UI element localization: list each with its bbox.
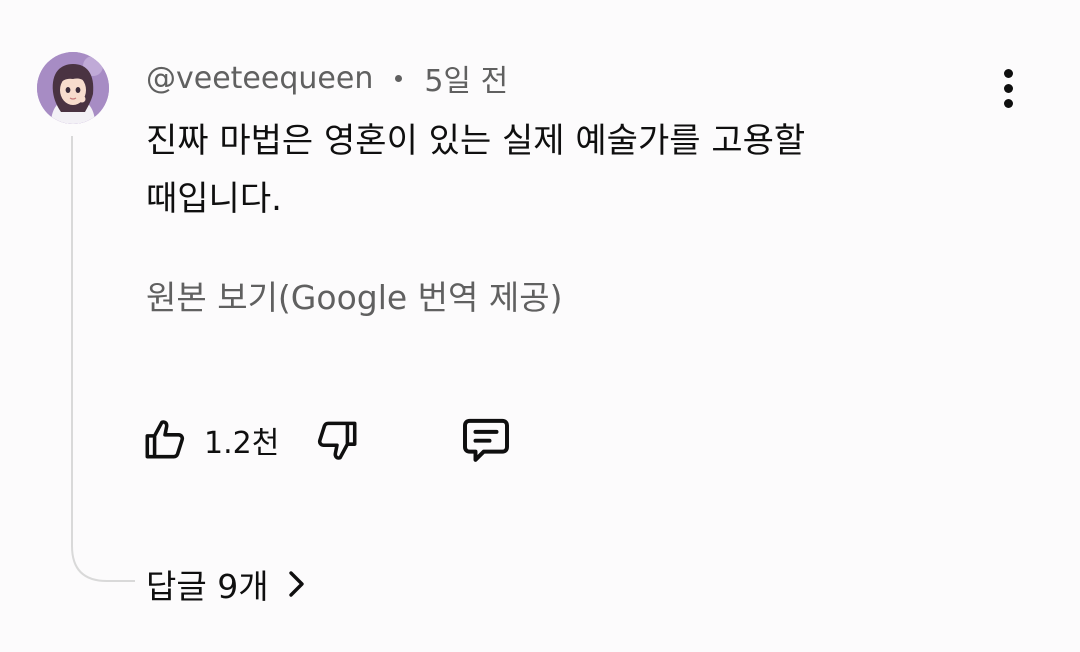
thumbs-up-icon (145, 420, 185, 459)
like-button[interactable]: 1.2천 (140, 410, 279, 470)
comment-time[interactable]: 5일 전 (424, 56, 508, 100)
comment-text: 진짜 마법은 영혼이 있는 실제 예술가를 고용할 때입니다. (146, 112, 936, 228)
avatar[interactable] (37, 52, 109, 124)
comment-text-line: 때입니다. (146, 179, 282, 219)
replies-label: 답글 9개 (146, 567, 269, 606)
view-replies-button[interactable]: 답글 9개 (146, 558, 307, 610)
dislike-button[interactable] (312, 410, 362, 470)
comment-text-line: 진짜 마법은 영혼이 있는 실제 예술가를 고용할 (146, 121, 806, 161)
view-original-link[interactable]: 원본 보기(Google 번역 제공) (146, 276, 562, 320)
anime-girl-avatar-icon (37, 52, 109, 124)
comment-bubble-icon (463, 418, 509, 462)
comment-actions: 1.2천 (140, 410, 560, 470)
thread-line (71, 136, 135, 582)
more-options-button[interactable] (990, 64, 1026, 112)
like-count: 1.2천 (204, 426, 280, 461)
vertical-dots-icon (1003, 68, 1013, 78)
comment-header: @veeteequeen 5일 전 (146, 56, 508, 100)
comment-thread: @veeteequeen 5일 전 진짜 마법은 영혼이 있는 실제 예술가를 … (0, 0, 1080, 652)
author-name[interactable]: @veeteequeen (146, 61, 373, 96)
separator-dot (395, 74, 403, 82)
chevron-right-icon (288, 571, 304, 597)
reply-button[interactable] (458, 410, 514, 470)
thumbs-down-icon (317, 421, 357, 460)
